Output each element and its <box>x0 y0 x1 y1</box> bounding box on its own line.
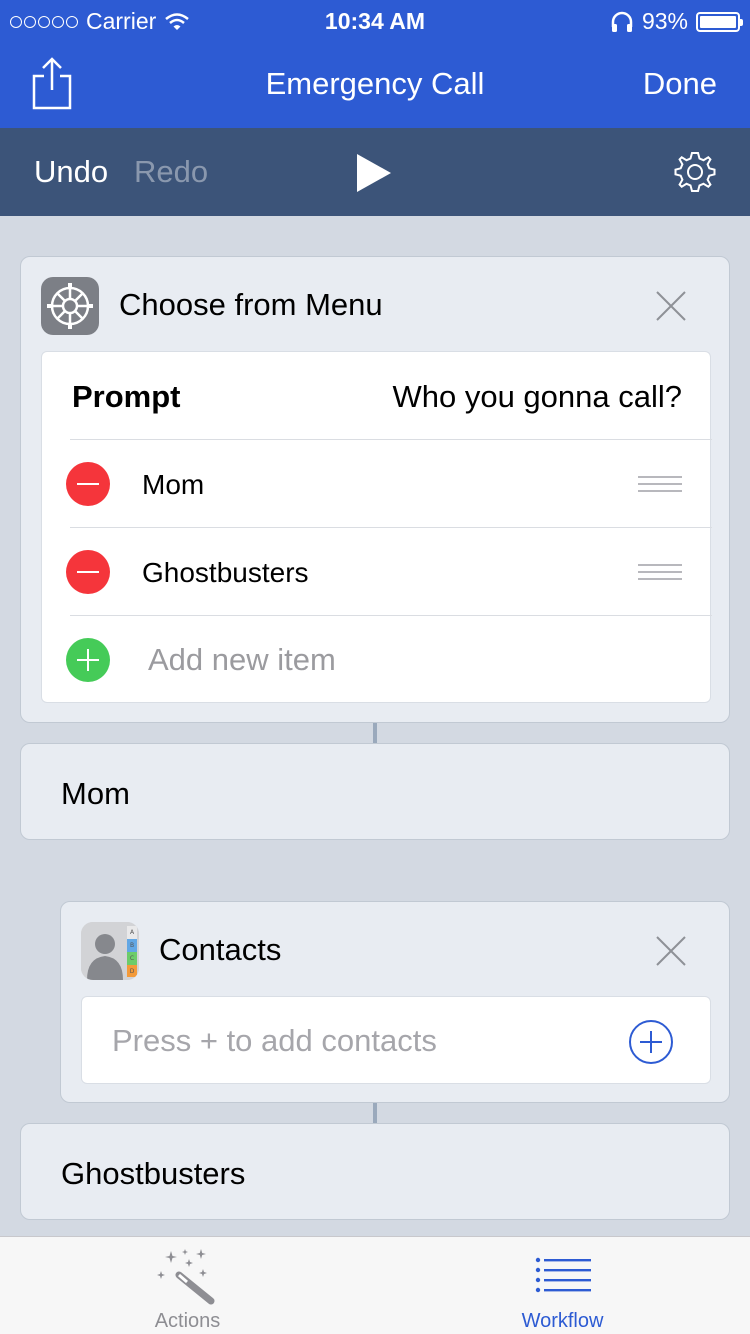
contacts-placeholder: Press + to add contacts <box>112 1023 437 1058</box>
list-item[interactable]: Ghostbusters <box>42 528 712 616</box>
close-icon[interactable] <box>654 289 688 323</box>
add-item-row[interactable]: Add new item <box>42 616 712 704</box>
menu-case-ghostbusters[interactable]: Ghostbusters <box>20 1123 730 1220</box>
battery-percent: 93% <box>641 8 688 34</box>
flow-connector <box>373 723 377 743</box>
status-bar: Carrier 10:34 AM 93% <box>0 0 750 40</box>
contacts-field[interactable]: Press + to add contacts <box>81 996 711 1084</box>
undo-button[interactable]: Undo <box>34 154 108 190</box>
index-letter-d: D <box>130 968 135 975</box>
remove-item-button[interactable] <box>66 462 110 506</box>
drag-handle-icon[interactable] <box>638 564 682 580</box>
prompt-label: Prompt <box>72 379 181 414</box>
contacts-action: A B C D Contacts Press + to add contacts <box>60 901 730 1103</box>
tab-workflow[interactable]: Workflow <box>375 1237 750 1334</box>
add-item-button[interactable] <box>66 638 110 682</box>
menu-items-panel: Prompt Who you gonna call? Mom Ghostbust… <box>41 351 712 704</box>
list-icon <box>535 1257 591 1293</box>
page-title: Emergency Call <box>265 66 485 101</box>
nav-bar: Emergency Call Done <box>0 40 750 128</box>
tab-bar: Actions Workflow <box>0 1236 750 1334</box>
magic-wand-icon <box>157 1249 215 1305</box>
index-letter-c: C <box>130 955 134 962</box>
flow-connector <box>373 1103 377 1123</box>
tab-label: Actions <box>154 1310 221 1332</box>
list-item[interactable]: Mom <box>42 440 712 528</box>
action-title: Choose from Menu <box>119 287 383 322</box>
redo-button[interactable]: Redo <box>134 154 208 190</box>
add-contact-icon[interactable] <box>628 1019 674 1065</box>
close-icon[interactable] <box>654 934 688 968</box>
headphones-icon <box>611 11 633 32</box>
drag-handle-icon[interactable] <box>638 476 682 492</box>
settings-app-icon <box>41 277 99 335</box>
prompt-field[interactable]: Who you gonna call? <box>392 379 682 415</box>
status-right: 93% <box>610 8 743 35</box>
settings-gear-icon[interactable] <box>673 150 717 194</box>
menu-item-label[interactable]: Mom <box>142 469 204 501</box>
editor-toolbar: Undo Redo <box>0 128 750 216</box>
add-item-input[interactable]: Add new item <box>148 642 336 678</box>
remove-item-button[interactable] <box>66 550 110 594</box>
choose-from-menu-action: Choose from Menu Prompt Who you gonna ca… <box>20 256 730 723</box>
prompt-row[interactable]: Prompt Who you gonna call? <box>42 352 712 440</box>
menu-case-label: Mom <box>61 776 130 811</box>
contacts-app-icon: A B C D <box>81 922 139 980</box>
menu-case-mom[interactable]: Mom <box>20 743 730 840</box>
menu-case-label: Ghostbusters <box>61 1156 246 1191</box>
play-icon[interactable] <box>355 152 393 194</box>
tab-actions[interactable]: Actions <box>0 1237 375 1334</box>
menu-item-label[interactable]: Ghostbusters <box>142 557 309 589</box>
done-button[interactable]: Done <box>643 66 717 102</box>
battery-icon <box>696 11 743 32</box>
action-title: Contacts <box>159 932 282 967</box>
index-letter-b: B <box>130 942 134 949</box>
tab-label: Workflow <box>521 1310 604 1332</box>
